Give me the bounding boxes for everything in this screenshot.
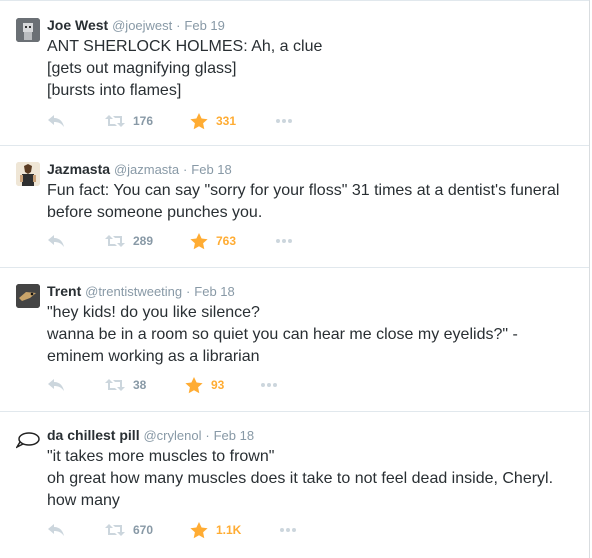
user-handle[interactable]: @jazmasta — [114, 162, 179, 177]
tweet-text: ANT SHERLOCK HOLMES: Ah, a clue [gets ou… — [47, 36, 577, 102]
more-icon — [276, 239, 292, 243]
favorite-count: 763 — [216, 234, 237, 248]
tweet-line: [bursts into flames] — [47, 82, 182, 99]
tweet-header: Jazmasta @jazmasta · Feb 18 — [47, 160, 232, 178]
user-handle[interactable]: @trentistweeting — [85, 284, 182, 299]
user-handle[interactable]: @crylenol — [143, 428, 201, 443]
reply-button[interactable] — [47, 112, 65, 130]
more-icon — [280, 528, 296, 532]
more-icon — [261, 383, 277, 387]
tweet-line: wanna be in a room so quiet you can hear… — [47, 326, 518, 343]
tweet-line: ANT SHERLOCK HOLMES: Ah, a clue — [47, 38, 323, 55]
separator: · — [183, 162, 188, 177]
more-button[interactable] — [279, 521, 297, 539]
timestamp[interactable]: Feb 18 — [194, 284, 234, 299]
favorite-button[interactable]: 1.1K — [190, 521, 241, 539]
star-icon — [190, 521, 208, 538]
star-icon — [185, 376, 203, 393]
tweet-actions: 289 763 — [47, 232, 347, 250]
user-name[interactable]: Joe West — [47, 17, 108, 33]
favorite-button[interactable]: 763 — [190, 232, 236, 250]
more-button[interactable] — [260, 376, 278, 394]
retweet-button[interactable]: 670 — [105, 521, 153, 539]
retweet-icon — [105, 115, 125, 127]
tweet-actions: 176 331 — [47, 112, 347, 130]
speech-bubble-avatar[interactable] — [16, 428, 40, 452]
star-icon — [190, 112, 208, 129]
tweet[interactable]: Trent @trentistweeting · Feb 18 "hey kid… — [0, 268, 589, 412]
reply-icon — [48, 379, 64, 391]
tweet-text: "hey kids! do you like silence? wanna be… — [47, 302, 577, 368]
tweet-line: "hey kids! do you like silence? — [47, 304, 260, 321]
tweet-actions: 38 93 — [47, 376, 347, 394]
favorite-button[interactable]: 331 — [190, 112, 236, 130]
horse-person-avatar[interactable] — [16, 162, 40, 186]
more-icon — [276, 119, 292, 123]
reply-button[interactable] — [47, 376, 65, 394]
tweet-line: "it takes more muscles to frown" — [47, 448, 275, 465]
user-name[interactable]: Trent — [47, 283, 81, 299]
retweet-count: 176 — [133, 114, 154, 128]
favorite-count: 1.1K — [216, 523, 242, 537]
reply-button[interactable] — [47, 232, 65, 250]
tweet[interactable]: Jazmasta @jazmasta · Feb 18 Fun fact: Yo… — [0, 146, 589, 268]
retweet-count: 38 — [133, 378, 147, 392]
favorite-count: 331 — [216, 114, 237, 128]
retweet-icon — [105, 524, 125, 536]
tweet-header: da chillest pill @crylenol · Feb 18 — [47, 426, 254, 444]
tweet-actions: 670 1.1K — [47, 521, 347, 539]
tweet-header: Joe West @joejwest · Feb 19 — [47, 16, 225, 34]
user-handle[interactable]: @joejwest — [112, 18, 172, 33]
more-button[interactable] — [275, 112, 293, 130]
reply-button[interactable] — [47, 521, 65, 539]
retweet-count: 670 — [133, 523, 154, 537]
favorite-button[interactable]: 93 — [185, 376, 224, 394]
separator: · — [205, 428, 210, 443]
reply-icon — [48, 235, 64, 247]
user-name[interactable]: da chillest pill — [47, 427, 140, 443]
tweet-line: eminem working as a librarian — [47, 348, 260, 365]
more-button[interactable] — [275, 232, 293, 250]
tweet-line: [gets out magnifying glass] — [47, 60, 237, 77]
separator: · — [186, 284, 191, 299]
favorite-count: 93 — [211, 378, 225, 392]
bird-avatar[interactable] — [16, 284, 40, 308]
retweet-count: 289 — [133, 234, 154, 248]
timestamp[interactable]: Feb 19 — [184, 18, 224, 33]
tweet-line: before someone punches you. — [47, 204, 263, 221]
timestamp[interactable]: Feb 18 — [191, 162, 231, 177]
tweet-header: Trent @trentistweeting · Feb 18 — [47, 282, 235, 300]
tweet-text: "it takes more muscles to frown" oh grea… — [47, 446, 577, 512]
retweet-icon — [105, 235, 125, 247]
reply-icon — [48, 115, 64, 127]
tweet[interactable]: Joe West @joejwest · Feb 19 ANT SHERLOCK… — [0, 0, 589, 146]
tweet[interactable]: da chillest pill @crylenol · Feb 18 "it … — [0, 412, 589, 558]
timestamp[interactable]: Feb 18 — [214, 428, 254, 443]
star-icon — [190, 232, 208, 249]
tweet-timeline: Joe West @joejwest · Feb 19 ANT SHERLOCK… — [0, 0, 590, 558]
tweet-line: oh great how many muscles does it take t… — [47, 470, 554, 487]
retweet-button[interactable]: 38 — [105, 376, 146, 394]
retweet-button[interactable]: 289 — [105, 232, 153, 250]
separator: · — [176, 18, 181, 33]
retweet-button[interactable]: 176 — [105, 112, 153, 130]
tweet-line: Fun fact: You can say "sorry for your fl… — [47, 182, 560, 199]
reply-icon — [48, 524, 64, 536]
tweet-line: how many — [47, 492, 120, 509]
robot-avatar[interactable] — [16, 18, 40, 42]
tweet-text: Fun fact: You can say "sorry for your fl… — [47, 180, 577, 224]
retweet-icon — [105, 379, 125, 391]
user-name[interactable]: Jazmasta — [47, 161, 110, 177]
